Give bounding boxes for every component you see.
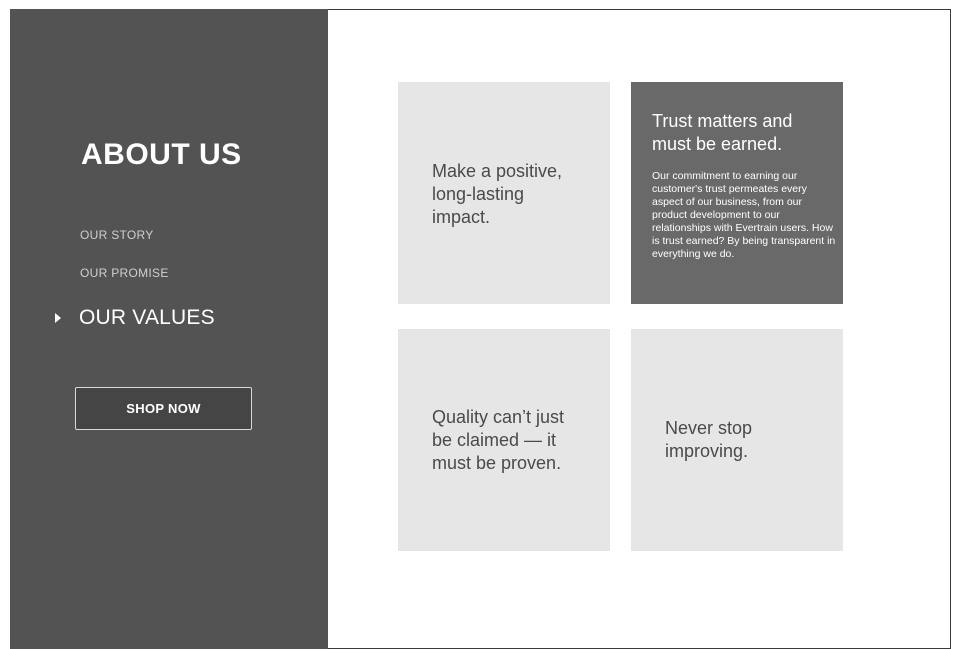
value-card-text: Never stop improving.: [665, 418, 753, 461]
value-card-text: Make a positive, long-lasting impact.: [432, 161, 563, 227]
shop-now-button[interactable]: SHOP NOW: [75, 387, 252, 430]
nav-item-our-story[interactable]: OUR STORY: [80, 228, 154, 242]
value-card-quality: Quality can’t just be claimed — it must …: [398, 329, 610, 551]
value-card-improving: Never stop improving.: [631, 329, 843, 551]
value-card-heading: Trust matters and must be earned.: [652, 111, 793, 154]
nav-item-our-promise[interactable]: OUR PROMISE: [80, 266, 169, 280]
value-card-trust: Trust matters and must be earned. Our co…: [631, 82, 843, 304]
nav-item-label: OUR VALUES: [79, 306, 215, 329]
value-card-body: Our commitment to earning our customer's…: [652, 170, 836, 260]
value-card-impact: Make a positive, long-lasting impact.: [398, 82, 610, 304]
value-card-text: Quality can’t just be claimed — it must …: [432, 407, 565, 473]
caret-right-icon: [55, 313, 61, 323]
page-title: ABOUT US: [81, 138, 242, 171]
nav-item-our-values[interactable]: OUR VALUES: [55, 306, 215, 330]
